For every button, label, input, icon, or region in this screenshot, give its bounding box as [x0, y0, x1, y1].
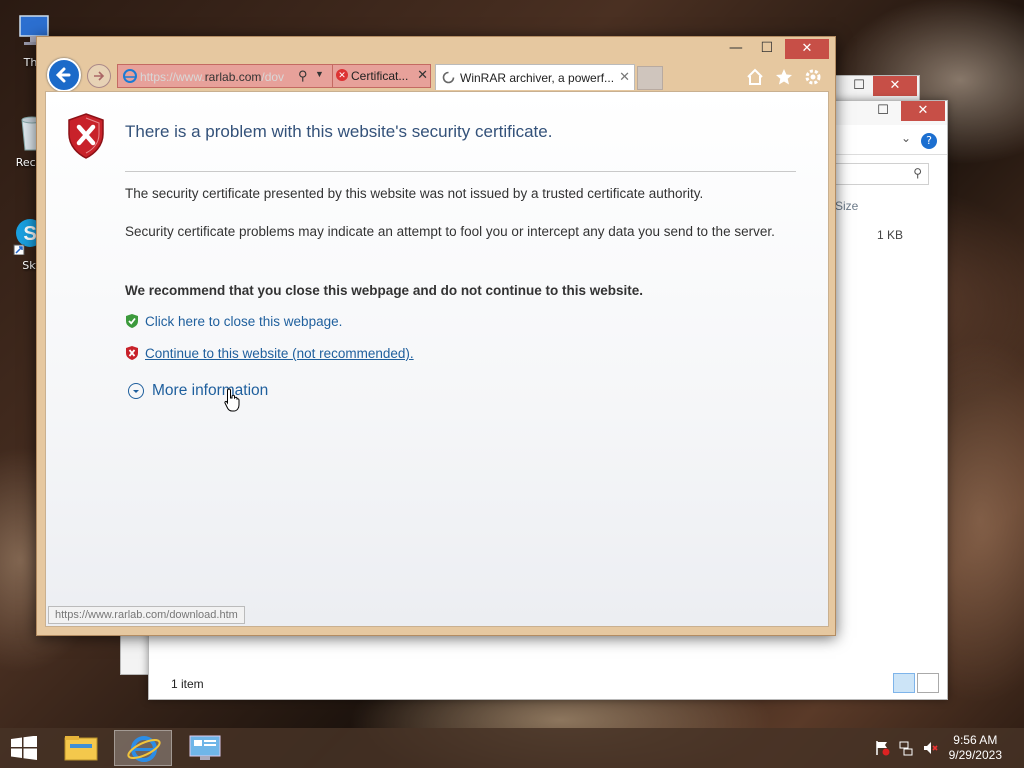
home-icon[interactable] [745, 67, 767, 87]
arrow-left-icon [55, 67, 71, 83]
taskbar-internet-explorer[interactable] [114, 730, 172, 766]
control-panel-icon [189, 735, 221, 760]
system-clock[interactable]: 9:56 AM 9/29/2023 [949, 733, 1002, 763]
maximize-button[interactable]: ☐ [845, 76, 873, 96]
dropdown-arrow-icon[interactable]: ▼ [315, 69, 324, 79]
taskbar-file-explorer[interactable] [52, 730, 110, 766]
close-tab-icon[interactable]: ✕ [619, 69, 630, 85]
help-icon[interactable]: ? [921, 133, 937, 149]
windows-start-icon[interactable] [10, 736, 38, 760]
window-controls: — ☐ ✕ [723, 37, 829, 59]
flag-icon[interactable] [874, 740, 890, 756]
tab-winrar[interactable]: WinRAR archiver, a powerf... ✕ [435, 64, 635, 90]
internet-explorer-window: — ☐ ✕ https://www.rarlab.com/dov ⚲ ▼ ✕ C… [36, 36, 836, 636]
cert-warning: Security certificate problems may indica… [125, 224, 775, 239]
url-suffix: /dov [261, 70, 285, 84]
gear-icon[interactable] [803, 67, 825, 87]
error-icon: ✕ [336, 69, 348, 81]
details-view-button[interactable] [893, 673, 915, 693]
file-size-cell: 1 KB [877, 228, 904, 242]
command-icons [743, 67, 825, 91]
ie-favicon-icon [123, 69, 137, 83]
tab-label: Certificat... [351, 69, 409, 83]
address-bar[interactable]: https://www.rarlab.com/dov ⚲ ▼ ✕ Certifi… [117, 64, 431, 88]
svg-text:S: S [23, 223, 36, 245]
minimize-button[interactable]: — [723, 39, 749, 59]
expand-icon [128, 382, 144, 399]
chevron-down-icon[interactable]: ⌄ [901, 131, 911, 145]
divider [125, 171, 796, 172]
taskbar: 9:56 AM 9/29/2023 [0, 728, 1024, 768]
recommendation: We recommend that you close this webpage… [125, 283, 644, 298]
tab-certificate-error[interactable]: ✕ Certificat... ✕ [332, 65, 430, 87]
star-icon[interactable] [774, 67, 796, 87]
search-icon[interactable]: ⚲ [298, 68, 308, 84]
large-icons-view-button[interactable] [917, 673, 939, 693]
shield-error-small-icon [126, 346, 138, 360]
tab-label: WinRAR archiver, a powerf... [460, 71, 615, 85]
close-button[interactable]: ✕ [873, 76, 917, 96]
shield-error-icon [68, 113, 104, 159]
taskbar-control-panel[interactable] [176, 730, 234, 766]
status-url-tooltip: https://www.rarlab.com/download.htm [48, 606, 245, 624]
close-button[interactable]: ✕ [901, 101, 945, 121]
internet-explorer-icon [127, 736, 161, 762]
search-input[interactable]: ⚲ [829, 163, 929, 185]
clock-time: 9:56 AM [953, 733, 998, 747]
back-button[interactable] [47, 58, 81, 92]
forward-button[interactable] [87, 64, 111, 88]
hand-cursor-icon [224, 388, 240, 412]
volume-muted-icon[interactable] [922, 740, 938, 756]
continue-website-link[interactable]: Continue to this website (not recommende… [145, 346, 414, 361]
arrow-right-icon [94, 71, 105, 81]
more-information-label: More information [152, 382, 269, 399]
folder-icon [64, 736, 98, 761]
page-title: There is a problem with this website's s… [125, 122, 553, 141]
close-webpage-link[interactable]: Click here to close this webpage. [145, 314, 342, 329]
shield-check-icon [126, 314, 138, 328]
cert-explanation: The security certificate presented by th… [125, 186, 704, 201]
maximize-button[interactable]: ☐ [754, 39, 780, 59]
clock-date: 9/29/2023 [948, 748, 1002, 762]
url-prefix: https://www. [140, 70, 205, 84]
search-icon: ⚲ [913, 166, 922, 180]
page-content: There is a problem with this website's s… [45, 91, 829, 627]
status-bar: 1 item [171, 677, 204, 691]
network-icon[interactable] [898, 740, 914, 756]
close-tab-icon[interactable]: ✕ [417, 67, 428, 83]
close-button[interactable]: ✕ [785, 39, 829, 59]
url-host: rarlab.com [204, 70, 262, 84]
new-tab-button[interactable] [637, 66, 663, 90]
column-header-size[interactable]: Size [835, 199, 858, 213]
maximize-button[interactable]: ☐ [869, 101, 897, 121]
address-url: https://www.rarlab.com/dov [140, 70, 296, 84]
loading-icon [442, 71, 455, 84]
more-information-toggle[interactable]: More information [128, 382, 268, 400]
